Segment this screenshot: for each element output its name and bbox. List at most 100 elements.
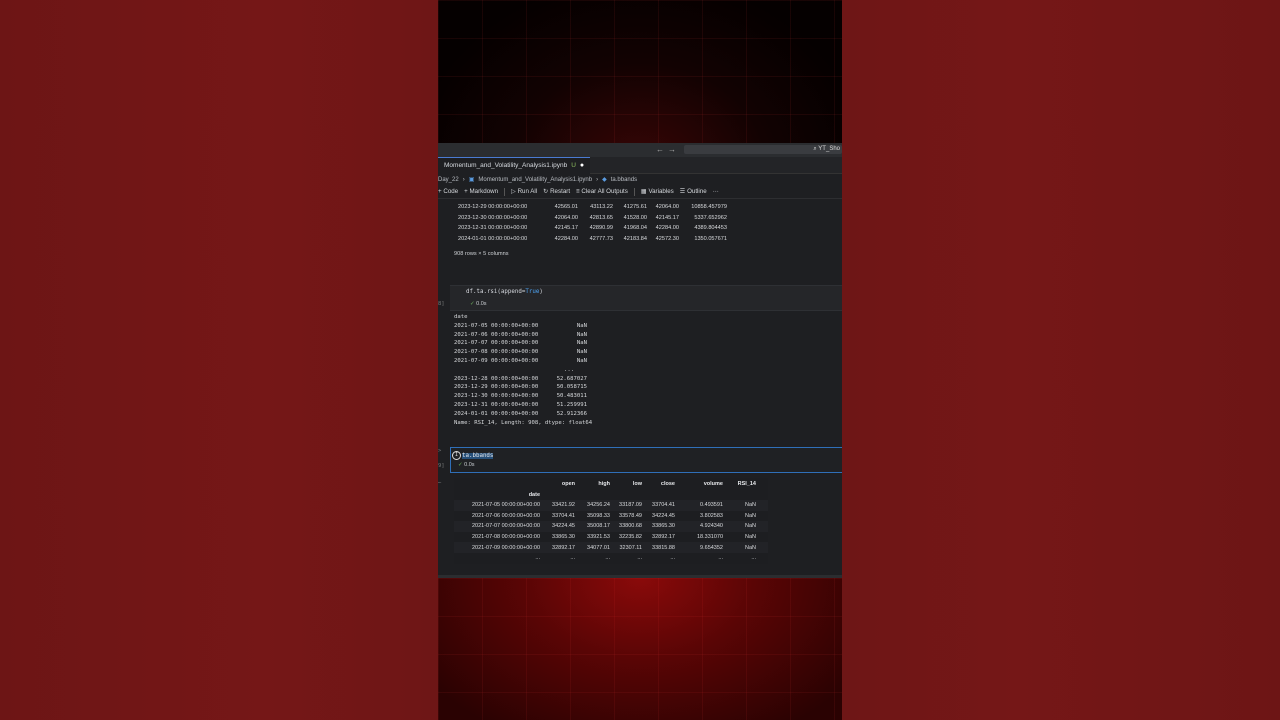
table-cell: 33421.92 — [552, 502, 575, 509]
series-footer: Name: RSI_14, Length: 908, dtype: float6… — [454, 419, 593, 426]
add-markdown-button[interactable]: + Markdown — [464, 188, 498, 195]
table-row: 2021-07-07 00:00:00+00:00 34224.45 35008.1… — [454, 521, 768, 532]
list-item: 2023-12-30 00:00:00+00:00 50.483011 — [454, 392, 592, 401]
series-value: 50.483011 — [556, 393, 587, 400]
add-code-button[interactable]: + Code — [438, 188, 458, 195]
table-cell: 33704.41 — [552, 512, 575, 519]
row-index: 2023-12-30 00:00:00+00:00 — [458, 214, 528, 221]
table-cell: ... — [670, 555, 675, 562]
more-actions-icon[interactable]: ··· — [713, 188, 719, 195]
dataframe-shape: 908 rows × 5 columns — [454, 251, 509, 257]
row-index: 2023-12-29 00:00:00+00:00 — [458, 204, 528, 211]
series-index: 2021-07-05 00:00:00+00:00 — [454, 322, 539, 329]
execution-count: 8] — [438, 301, 445, 307]
row-index: 2024-01-01 00:00:00+00:00 — [458, 236, 528, 243]
restart-icon: ↻ — [543, 188, 549, 195]
table-cell: 42572.30 — [655, 236, 679, 243]
series-value: NaN — [576, 349, 587, 356]
cell-run-chevron-icon[interactable]: > — [438, 448, 441, 454]
index-name: date — [528, 491, 540, 498]
left-blur-background — [0, 0, 438, 720]
code-line[interactable]: df.ta.rsi(append=True) — [466, 289, 543, 295]
notebook-icon: ▣ — [468, 177, 475, 183]
nav-arrows-icon[interactable]: ←→ — [656, 145, 680, 154]
table-cell: NaN — [744, 523, 756, 530]
index-header: date — [454, 489, 768, 500]
list-item: 2021-07-08 00:00:00+00:00 NaN — [454, 348, 592, 357]
chevron-right-icon: › — [462, 176, 465, 183]
table-cell: NaN — [744, 512, 756, 519]
table-row: 2021-07-09 00:00:00+00:00 32892.17 34077.0… — [454, 542, 768, 553]
tab-notebook[interactable]: Momentum_and_Volatility_Analysis1.ipynb … — [438, 156, 591, 174]
table-cell: 32235.82 — [619, 534, 642, 541]
unsaved-dot-icon[interactable]: ● — [580, 162, 584, 169]
right-blur-background — [842, 0, 1280, 720]
series-index: 2023-12-29 00:00:00+00:00 — [454, 384, 539, 391]
table-row: 2021-07-08 00:00:00+00:00 33865.30 33921.5… — [454, 532, 768, 543]
restart-button[interactable]: ↻ Restart — [543, 188, 570, 195]
rsi-series-output: date 2021-07-05 00:00:00+00:00 NaN 2021-07-… — [454, 313, 592, 427]
table-row: ..................... — [454, 553, 768, 564]
row-index: 2021-07-07 00:00:00+00:00 — [471, 523, 540, 530]
table-row: 2024-01-01 00:00:00+00:00 42284.00 42777.7… — [454, 234, 727, 245]
column-header: open — [561, 480, 575, 487]
table-cell: 42890.99 — [589, 225, 613, 232]
tab-status: U — [571, 162, 576, 169]
variables-button[interactable]: ▦ Variables — [641, 188, 674, 195]
series-value: NaN — [576, 322, 587, 329]
breadcrumb-file[interactable]: Momentum_and_Volatility_Analysis1.ipynb — [478, 177, 592, 183]
row-index: 2021-07-09 00:00:00+00:00 — [471, 544, 540, 551]
table-cell: 33704.41 — [652, 502, 675, 509]
table-cell: 3.802583 — [700, 512, 723, 519]
chevron-right-icon: › — [596, 176, 599, 183]
outline-icon: ☰ — [679, 188, 686, 195]
breadcrumb: Day_22 › ▣ Momentum_and_Volatility_Analy… — [438, 174, 842, 185]
table-cell: 42284.00 — [554, 236, 578, 243]
output-dataframe-tail: 2023-12-29 00:00:00+00:00 42565.01 43113.2… — [454, 202, 727, 244]
series-value: 52.912366 — [556, 410, 587, 417]
series-index: 2021-07-07 00:00:00+00:00 — [454, 340, 539, 347]
row-index: 2021-07-05 00:00:00+00:00 — [471, 502, 540, 509]
series-index: 2021-07-08 00:00:00+00:00 — [454, 349, 539, 356]
table-row: 2023-12-31 00:00:00+00:00 42145.17 42890.9… — [454, 223, 727, 234]
table-cell: 34224.45 — [552, 523, 575, 530]
editor-tab-bar: Momentum_and_Volatility_Analysis1.ipynb … — [438, 156, 842, 174]
column-header: volume — [703, 480, 723, 487]
table-cell: ... — [751, 555, 756, 562]
table-row: 2023-12-29 00:00:00+00:00 42565.01 43113.2… — [454, 202, 727, 213]
outline-button[interactable]: ☰ Outline — [680, 188, 707, 195]
list-item: 2021-07-07 00:00:00+00:00 NaN — [454, 339, 592, 348]
table-cell: 34077.01 — [587, 544, 610, 551]
code-line[interactable]: Ita.bbands — [452, 451, 494, 460]
table-cell: 4.924340 — [700, 523, 723, 530]
table-header: open high low close volume RSI_14 — [454, 478, 768, 489]
execution-count: 9] — [438, 463, 445, 469]
list-item: 2023-12-28 00:00:00+00:00 52.687027 — [454, 375, 592, 384]
table-cell: 43113.22 — [590, 204, 613, 211]
table-cell: ... — [637, 555, 642, 562]
list-item: 2024-01-01 00:00:00+00:00 52.912366 — [454, 410, 592, 419]
clear-outputs-button[interactable]: ≡ Clear All Outputs — [576, 188, 628, 195]
code-cell-rsi[interactable]: df.ta.rsi(append=True) 8] ✓ 0.0s — [438, 285, 842, 311]
index-name: date — [454, 314, 468, 320]
video-frame: ←→ ⌕ YT_Sho Momentum_and_Volatility_Anal… — [438, 0, 842, 720]
table-cell: 35098.33 — [587, 512, 610, 519]
series-index: 2023-12-31 00:00:00+00:00 — [454, 401, 539, 408]
notebook-toolbar: + Code + Markdown ▷ Run All ↻ Restart ≡ … — [438, 185, 842, 199]
table-cell: 32892.17 — [652, 534, 675, 541]
clear-icon: ≡ — [576, 188, 580, 195]
table-row: 2021-07-06 00:00:00+00:00 33704.41 35098.3… — [454, 511, 768, 522]
command-search-box[interactable]: ⌕ YT_Sho — [684, 145, 842, 154]
series-index: 2024-01-01 00:00:00+00:00 — [454, 410, 539, 417]
series-index: 2021-07-06 00:00:00+00:00 — [454, 331, 539, 338]
table-cell: 34256.24 — [587, 502, 610, 509]
breadcrumb-symbol[interactable]: ta.bbands — [611, 177, 637, 183]
run-all-button[interactable]: ▷ Run All — [511, 188, 537, 195]
list-item: 2023-12-31 00:00:00+00:00 51.259991 — [454, 401, 592, 410]
output-toggle-icon[interactable]: … — [438, 479, 441, 485]
series-value: NaN — [576, 331, 587, 338]
table-row: 2023-12-30 00:00:00+00:00 42064.00 42813.6… — [454, 213, 727, 224]
row-index: 2021-07-06 00:00:00+00:00 — [471, 512, 540, 519]
code-cell-bbands[interactable]: Ita.bbands ✓ 0.0s — [450, 447, 842, 473]
breadcrumb-folder[interactable]: Day_22 — [438, 177, 459, 183]
